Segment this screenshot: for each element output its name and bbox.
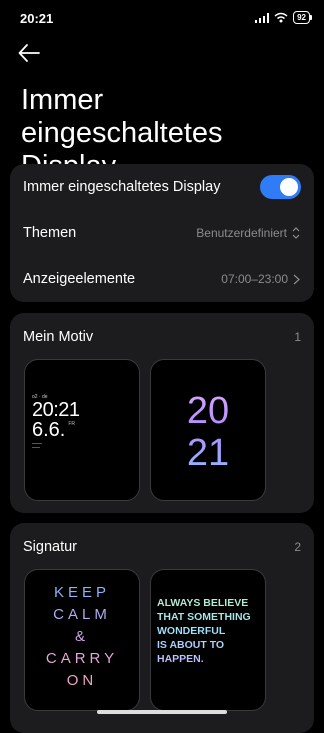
preview-lines (32, 443, 80, 448)
status-time: 20:21 (20, 11, 54, 26)
always-on-row[interactable]: Immer eingeschaltetes Display (10, 164, 314, 210)
display-elements-value: 07:00–23:00 (221, 272, 288, 286)
gradient-clock-hour: 20 (186, 390, 230, 432)
themes-row[interactable]: Themen Benutzerdefiniert (10, 210, 314, 256)
themes-value: Benutzerdefiniert (196, 226, 287, 240)
believe-line: WONDERFUL (157, 625, 226, 637)
my-motif-title: Mein Motiv (23, 329, 94, 345)
signature-title: Signatur (23, 539, 78, 555)
believe-line: IS ABOUT TO (157, 639, 225, 651)
themes-label: Themen (23, 225, 77, 241)
my-motif-count: 1 (294, 330, 301, 344)
display-elements-row[interactable]: Anzeigeelemente 07:00–23:00 (10, 256, 314, 302)
arrow-left-icon (18, 44, 40, 62)
digital-clock-preview: o2 · de 20:21 6.6. FR (32, 394, 80, 448)
motif-thumbnail-gradient[interactable]: 20 21 (150, 359, 266, 501)
wifi-icon (274, 12, 288, 23)
preview-date: 6.6. (32, 419, 66, 441)
display-elements-value-wrap: 07:00–23:00 (221, 272, 300, 286)
my-motif-section: Mein Motiv 1 o2 · de 20:21 6.6. FR 20 21 (10, 313, 314, 513)
keep-calm-line: CARRY (45, 650, 119, 667)
battery-icon: 92 (293, 11, 312, 24)
always-on-toggle[interactable] (260, 175, 301, 199)
believe-line: ALWAYS BELIEVE (157, 597, 249, 609)
keep-calm-line: CALM (53, 606, 111, 623)
home-indicator[interactable] (97, 710, 227, 714)
always-on-label: Immer eingeschaltetes Display (23, 179, 221, 195)
back-button[interactable] (18, 43, 48, 71)
signature-count: 2 (294, 540, 301, 554)
themes-value-wrap: Benutzerdefiniert (196, 226, 300, 240)
signal-icon (255, 12, 270, 23)
gradient-clock-preview: 20 21 (151, 390, 265, 474)
signature-section: Signatur 2 KEEP CALM & CARRY ON ALWAYS B… (10, 523, 314, 733)
status-bar: 20:21 92 (0, 0, 324, 38)
chevron-updown-icon (292, 227, 300, 239)
motif-thumbnail-digital[interactable]: o2 · de 20:21 6.6. FR (24, 359, 140, 501)
toggle-knob (280, 178, 298, 196)
preview-time: 20:21 (32, 399, 80, 421)
believe-text: ALWAYS BELIEVE THAT SOMETHING WONDERFUL … (157, 596, 263, 666)
keep-calm-text: KEEP CALM & CARRY ON (25, 582, 139, 692)
chevron-right-icon (293, 274, 300, 284)
keep-calm-line: ON (66, 672, 98, 689)
gradient-clock-minute: 21 (186, 432, 230, 474)
signature-thumbnail-keep-calm[interactable]: KEEP CALM & CARRY ON (24, 569, 140, 711)
status-icons: 92 (255, 11, 312, 24)
keep-calm-line: & (74, 628, 89, 645)
signature-thumbnail-believe[interactable]: ALWAYS BELIEVE THAT SOMETHING WONDERFUL … (150, 569, 266, 711)
display-elements-label: Anzeigeelemente (23, 271, 136, 287)
believe-line: HAPPEN. (157, 653, 204, 665)
preview-date-row: 6.6. FR (32, 420, 80, 440)
believe-line: THAT SOMETHING (157, 611, 251, 623)
keep-calm-line: KEEP (53, 584, 111, 601)
settings-card: Immer eingeschaltetes Display Themen Ben… (10, 164, 314, 302)
preview-weekday: FR (68, 421, 76, 427)
